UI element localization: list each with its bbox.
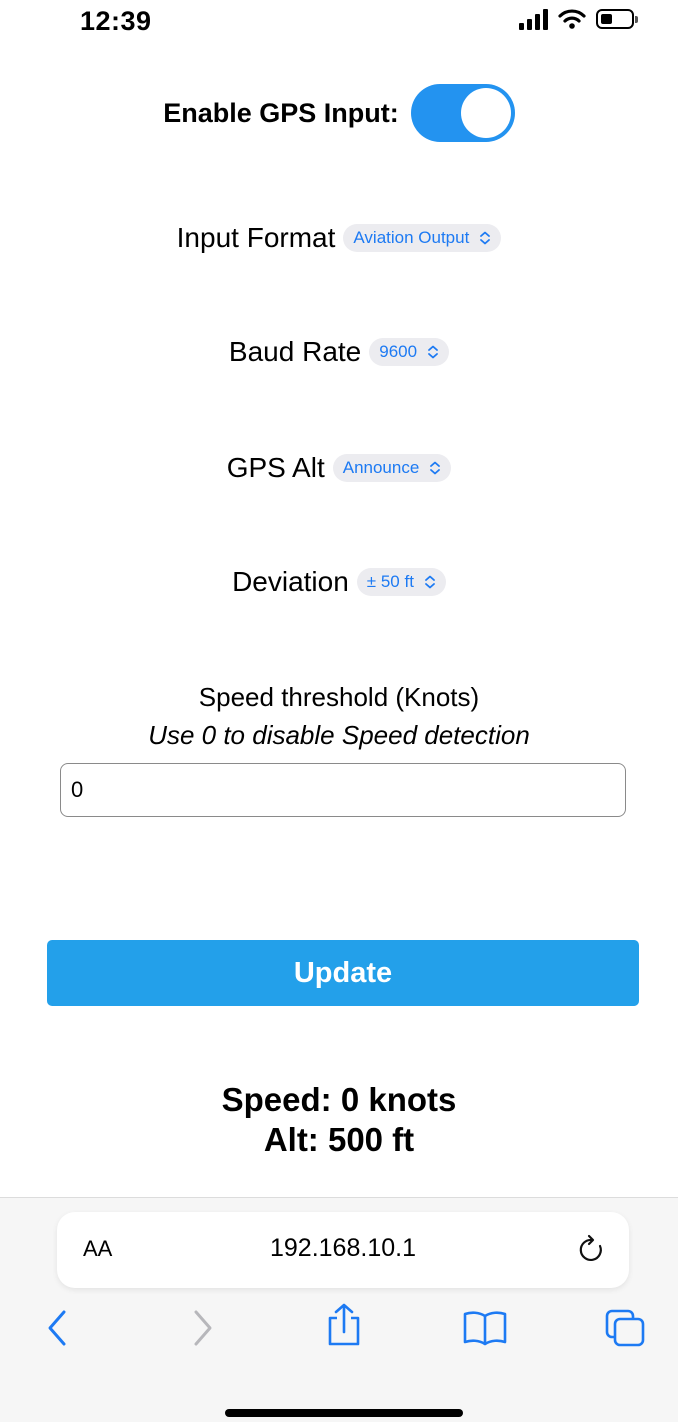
chevron-updown-icon: [428, 345, 438, 359]
clock: 12:39: [80, 6, 152, 36]
input-format-value: Aviation Output: [353, 228, 470, 247]
forward-icon[interactable]: [190, 1308, 216, 1348]
input-format-label: Input Format: [176, 222, 336, 253]
deviation-value: ± 50 ft: [366, 572, 414, 591]
baud-rate-value: 9600: [379, 342, 418, 361]
deviation-select[interactable]: ± 50 ft: [356, 568, 446, 596]
input-format-row: Input Format Aviation Output: [0, 222, 678, 254]
input-format-select[interactable]: Aviation Output: [343, 224, 502, 252]
status-icons: [519, 8, 638, 30]
home-indicator: [225, 1409, 463, 1417]
update-button[interactable]: Update: [47, 940, 639, 1006]
battery-icon: [596, 9, 638, 29]
gps-alt-select[interactable]: Announce: [332, 454, 452, 482]
wifi-icon: [558, 9, 586, 29]
chevron-updown-icon: [480, 231, 491, 245]
speed-threshold-block: Speed threshold (Knots) Use 0 to disable…: [0, 680, 678, 752]
chevron-updown-icon: [430, 461, 441, 475]
gps-label: Enable GPS Input:: [163, 97, 399, 128]
gps-toggle[interactable]: [410, 84, 515, 142]
tabs-icon[interactable]: [604, 1308, 646, 1348]
status-bar: 12:39: [0, 0, 678, 50]
alt-readout: Alt: 500 ft: [263, 1121, 415, 1158]
browser-bar: AA 192.168.10.1: [0, 1197, 678, 1422]
speed-threshold-input[interactable]: [60, 763, 626, 817]
share-icon[interactable]: [324, 1302, 364, 1348]
deviation-label: Deviation: [232, 566, 349, 597]
deviation-row: Deviation ± 50 ft: [0, 566, 678, 598]
speed-threshold-hint: Use 0 to disable Speed detection: [148, 720, 530, 750]
baud-rate-select[interactable]: 9600: [369, 338, 450, 366]
gps-alt-value: Announce: [342, 458, 420, 477]
gps-toggle-row: Enable GPS Input:: [0, 84, 678, 142]
cellular-signal-icon: [519, 8, 548, 30]
baud-rate-row: Baud Rate 9600: [0, 336, 678, 368]
gps-alt-label: GPS Alt: [226, 452, 325, 483]
baud-rate-label: Baud Rate: [228, 336, 362, 367]
speed-threshold-label: Speed threshold (Knots): [198, 682, 480, 712]
toggle-knob: [460, 88, 511, 138]
readout: Speed: 0 knots Alt: 500 ft: [0, 1080, 678, 1160]
reload-icon[interactable]: [577, 1232, 607, 1266]
browser-toolbar: [0, 1303, 678, 1352]
back-icon[interactable]: [44, 1308, 70, 1348]
gps-alt-row: GPS Alt Announce: [0, 452, 678, 484]
chevron-updown-icon: [425, 575, 435, 589]
bookmarks-icon[interactable]: [462, 1308, 508, 1348]
address-bar[interactable]: AA 192.168.10.1: [57, 1212, 629, 1288]
url-text: 192.168.10.1: [270, 1234, 416, 1262]
speed-readout: Speed: 0 knots: [221, 1081, 457, 1118]
